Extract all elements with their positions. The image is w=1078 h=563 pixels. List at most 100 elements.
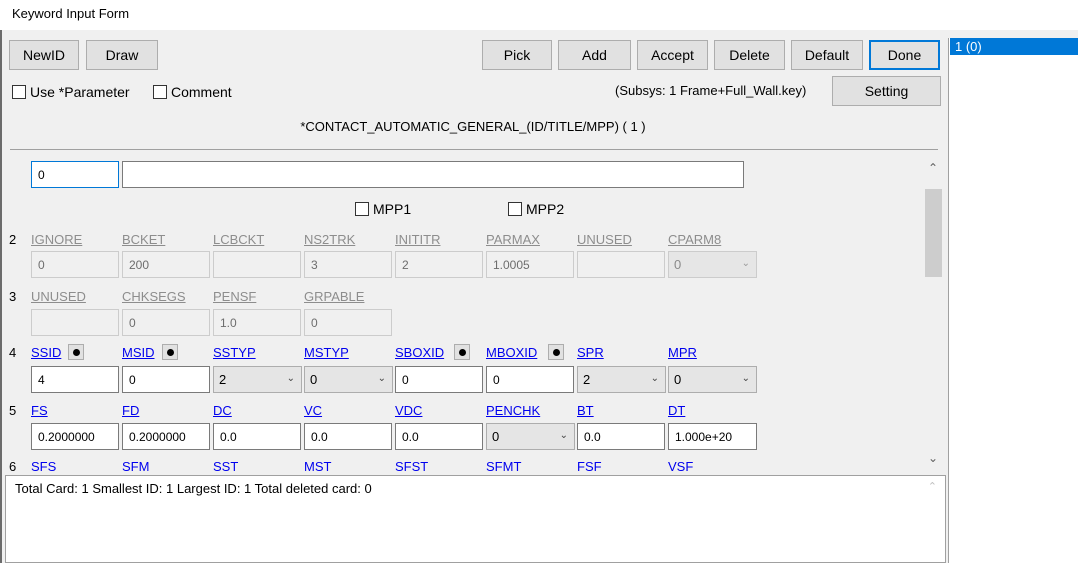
mstyp-value: 0 bbox=[310, 372, 318, 387]
unused-field-row2 bbox=[577, 251, 665, 278]
mpr-dropdown[interactable]: 0 ⌄ bbox=[668, 366, 757, 393]
use-parameter-checkbox[interactable]: Use *Parameter bbox=[12, 84, 130, 100]
pensf-field: 1.0 bbox=[213, 309, 301, 336]
sstyp-value: 2 bbox=[219, 372, 227, 387]
dc-field[interactable]: 0.0 bbox=[213, 423, 301, 450]
vc-label[interactable]: VC bbox=[304, 403, 322, 418]
card-panel-scrollbar[interactable]: ⌃ ⌄ bbox=[923, 153, 943, 471]
use-parameter-label: Use *Parameter bbox=[30, 84, 130, 100]
comment-label: Comment bbox=[171, 84, 232, 100]
chevron-down-icon: ⌄ bbox=[286, 373, 295, 384]
ssid-pick-button[interactable] bbox=[68, 344, 84, 360]
sstyp-dropdown[interactable]: 2 ⌄ bbox=[213, 366, 302, 393]
sboxid-field[interactable]: 0 bbox=[395, 366, 483, 393]
row-number-5: 5 bbox=[9, 403, 17, 418]
default-button[interactable]: Default bbox=[791, 40, 863, 70]
mboxid-label[interactable]: MBOXID bbox=[486, 345, 537, 360]
keyword-heading: *CONTACT_AUTOMATIC_GENERAL_(ID/TITLE/MPP… bbox=[300, 119, 646, 134]
msid-label[interactable]: MSID bbox=[122, 345, 155, 360]
ssid-field[interactable]: 4 bbox=[31, 366, 119, 393]
sst-label[interactable]: SST bbox=[213, 459, 238, 471]
add-button[interactable]: Add bbox=[558, 40, 631, 70]
accept-button[interactable]: Accept bbox=[637, 40, 708, 70]
chevron-down-icon: ⌄ bbox=[377, 373, 386, 384]
parmax-field: 1.0005 bbox=[486, 251, 574, 278]
pick-dot-icon bbox=[458, 348, 466, 356]
mpp2-checkbox-box[interactable] bbox=[508, 202, 522, 216]
list-item-selected[interactable]: 1 (0) bbox=[950, 38, 1078, 55]
bt-label[interactable]: BT bbox=[577, 403, 594, 418]
unused-label-row3: UNUSED bbox=[31, 289, 86, 304]
done-button[interactable]: Done bbox=[869, 40, 940, 70]
penchk-dropdown[interactable]: 0 ⌄ bbox=[486, 423, 575, 450]
spr-label[interactable]: SPR bbox=[577, 345, 604, 360]
card-title-field[interactable] bbox=[122, 161, 744, 188]
use-parameter-checkbox-box[interactable] bbox=[12, 85, 26, 99]
sfst-label[interactable]: SFST bbox=[395, 459, 428, 471]
fsf-label[interactable]: FSF bbox=[577, 459, 602, 471]
scroll-up-icon[interactable]: ⌃ bbox=[923, 161, 943, 179]
vc-field[interactable]: 0.0 bbox=[304, 423, 392, 450]
penchk-label[interactable]: PENCHK bbox=[486, 403, 540, 418]
mpp1-label: MPP1 bbox=[373, 201, 412, 217]
mstyp-label[interactable]: MSTYP bbox=[304, 345, 349, 360]
sfmt-label[interactable]: SFMT bbox=[486, 459, 521, 471]
sstyp-label[interactable]: SSTYP bbox=[213, 345, 256, 360]
bcket-label: BCKET bbox=[122, 232, 166, 247]
mboxid-pick-button[interactable] bbox=[548, 344, 564, 360]
delete-button[interactable]: Delete bbox=[714, 40, 785, 70]
chevron-down-icon: ⌄ bbox=[650, 373, 659, 384]
dt-label[interactable]: DT bbox=[668, 403, 685, 418]
fs-field[interactable]: 0.2000000 bbox=[31, 423, 119, 450]
mboxid-field[interactable]: 0 bbox=[486, 366, 574, 393]
comment-checkbox[interactable]: Comment bbox=[153, 84, 232, 100]
sboxid-pick-button[interactable] bbox=[454, 344, 470, 360]
ns2trk-label: NS2TRK bbox=[304, 232, 356, 247]
bt-field[interactable]: 0.0 bbox=[577, 423, 665, 450]
fd-label[interactable]: FD bbox=[122, 403, 139, 418]
card-panel: 0 MPP1 MPP2 2 IGNORE BCKET LCBCKT NS2TRK… bbox=[5, 153, 945, 471]
cparm8-dropdown: 0 ⌄ bbox=[668, 251, 757, 278]
summary-text: Total Card: 1 Smallest ID: 1 Largest ID:… bbox=[15, 481, 372, 496]
bcket-field: 200 bbox=[122, 251, 210, 278]
sboxid-label[interactable]: SBOXID bbox=[395, 345, 444, 360]
subsystem-label: (Subsys: 1 Frame+Full_Wall.key) bbox=[615, 83, 807, 98]
chevron-down-icon: ⌄ bbox=[559, 430, 568, 441]
fd-field[interactable]: 0.2000000 bbox=[122, 423, 210, 450]
msid-pick-button[interactable] bbox=[162, 344, 178, 360]
sfm-label[interactable]: SFM bbox=[122, 459, 149, 471]
title-bar: Keyword Input Form bbox=[0, 0, 1078, 30]
vsf-label[interactable]: VSF bbox=[668, 459, 693, 471]
dc-label[interactable]: DC bbox=[213, 403, 232, 418]
inititr-field: 2 bbox=[395, 251, 483, 278]
mpr-label[interactable]: MPR bbox=[668, 345, 697, 360]
pick-button[interactable]: Pick bbox=[482, 40, 552, 70]
mpp1-checkbox[interactable]: MPP1 bbox=[355, 201, 411, 217]
card-id-list[interactable]: 1 (0) bbox=[948, 38, 1078, 563]
scroll-down-icon[interactable]: ⌄ bbox=[923, 451, 943, 469]
chevron-down-icon: ⌄ bbox=[741, 258, 750, 269]
vdc-label[interactable]: VDC bbox=[395, 403, 422, 418]
newid-button[interactable]: NewID bbox=[9, 40, 79, 70]
ssid-label[interactable]: SSID bbox=[31, 345, 61, 360]
row-number-2: 2 bbox=[9, 232, 17, 247]
cparm8-value: 0 bbox=[674, 257, 682, 272]
mpp1-checkbox-box[interactable] bbox=[355, 202, 369, 216]
dt-field[interactable]: 1.000e+20 bbox=[668, 423, 757, 450]
scrollbar-thumb[interactable] bbox=[925, 189, 942, 277]
card-id-field[interactable]: 0 bbox=[31, 161, 119, 188]
setting-button[interactable]: Setting bbox=[832, 76, 941, 106]
comment-checkbox-box[interactable] bbox=[153, 85, 167, 99]
msid-field[interactable]: 0 bbox=[122, 366, 210, 393]
sfs-label[interactable]: SFS bbox=[31, 459, 56, 471]
spr-dropdown[interactable]: 2 ⌄ bbox=[577, 366, 666, 393]
scroll-up-icon[interactable]: ⌃ bbox=[928, 480, 937, 493]
ns2trk-field: 3 bbox=[304, 251, 392, 278]
mpp2-checkbox[interactable]: MPP2 bbox=[508, 201, 564, 217]
ignore-label: IGNORE bbox=[31, 232, 83, 247]
vdc-field[interactable]: 0.0 bbox=[395, 423, 483, 450]
draw-button[interactable]: Draw bbox=[86, 40, 158, 70]
mst-label[interactable]: MST bbox=[304, 459, 331, 471]
mstyp-dropdown[interactable]: 0 ⌄ bbox=[304, 366, 393, 393]
fs-label[interactable]: FS bbox=[31, 403, 48, 418]
